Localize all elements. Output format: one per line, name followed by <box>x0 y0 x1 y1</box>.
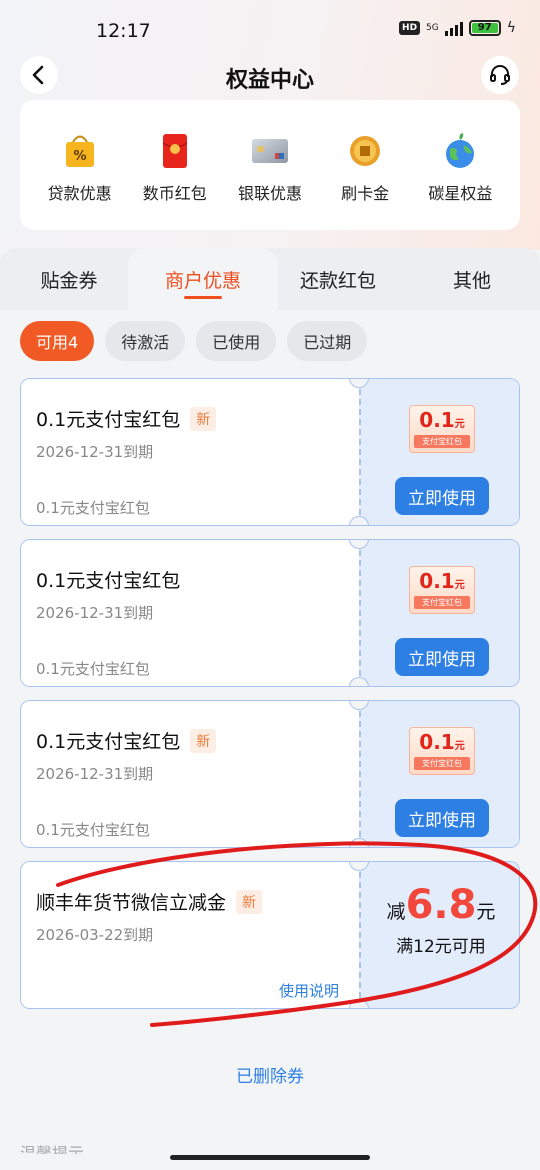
coupon-action-area: 0.1元 支付宝红包 立即使用 <box>359 540 519 686</box>
benefit-label: 刷卡金 <box>341 184 390 203</box>
filter-used[interactable]: 已使用 <box>196 321 277 361</box>
tab-other[interactable]: 其他 <box>408 248 536 310</box>
benefit-label: 碳星权益 <box>428 184 493 203</box>
nav-bar: 权益中心 <box>0 52 540 98</box>
loan-bag-icon: % <box>61 132 99 170</box>
tab-repayment-red-envelope[interactable]: 还款红包 <box>268 248 408 310</box>
coupon-info: 0.1元支付宝红包 新 2026-12-31到期 0.1元支付宝红包 <box>21 701 359 847</box>
benefit-label: 银联优惠 <box>237 184 302 203</box>
use-now-button[interactable]: 立即使用 <box>395 477 489 515</box>
status-time: 12:17 <box>96 20 151 42</box>
hd-icon: HD <box>399 21 421 35</box>
coupon-info: 0.1元支付宝红包 2026-12-31到期 0.1元支付宝红包 <box>21 540 359 686</box>
svg-text:%: % <box>73 149 86 164</box>
status-bar: 12:17 HD 5G 97 ϟ <box>0 0 540 60</box>
coupon-description: 0.1元支付宝红包 <box>36 499 150 517</box>
use-now-button[interactable]: 立即使用 <box>395 799 489 837</box>
discount-condition: 满12元可用 <box>396 937 486 957</box>
coupon-card[interactable]: 0.1元支付宝红包 新 2026-12-31到期 0.1元支付宝红包 0.1元 … <box>20 700 520 848</box>
benefits-grid: % 贷款优惠 数币红包 银联优惠 刷卡金 碳星权益 <box>20 100 520 230</box>
coupon-title: 顺丰年货节微信立减金 新 <box>36 888 263 915</box>
coupon-title-text: 顺丰年货节微信立减金 <box>36 892 227 914</box>
ticket-unit: 元 <box>454 419 465 430</box>
coupon-expiry: 2026-12-31到期 <box>36 604 154 622</box>
coupon-info: 0.1元支付宝红包 新 2026-12-31到期 0.1元支付宝红包 <box>21 379 359 525</box>
headset-icon <box>490 65 510 85</box>
ticket-amount: 0.1 <box>419 408 455 432</box>
coupon-card[interactable]: 顺丰年货节微信立减金 新 2026-03-22到期 使用说明 减6.8元 满12… <box>20 861 520 1009</box>
new-badge: 新 <box>190 728 217 753</box>
signal-icon <box>444 20 463 36</box>
benefit-card-gold[interactable]: 刷卡金 <box>320 100 410 230</box>
coupon-action-area: 0.1元 支付宝红包 立即使用 <box>359 701 519 847</box>
discount-value: 6.8 <box>405 882 477 928</box>
battery-level: 97 <box>471 23 498 33</box>
benefit-label: 数币红包 <box>142 184 207 203</box>
filter-expired[interactable]: 已过期 <box>287 321 368 361</box>
benefit-unionpay[interactable]: 银联优惠 <box>225 100 315 230</box>
new-badge: 新 <box>236 889 263 914</box>
ticket-amount: 0.1 <box>419 730 455 754</box>
tab-label: 其他 <box>452 269 491 292</box>
ticket-subtitle: 支付宝红包 <box>414 435 470 448</box>
charging-icon: ϟ <box>506 20 516 36</box>
coupon-expiry: 2026-03-22到期 <box>36 926 154 944</box>
coupon-card[interactable]: 0.1元支付宝红包 2026-12-31到期 0.1元支付宝红包 0.1元 支付… <box>20 539 520 687</box>
alipay-ticket-image: 0.1元 支付宝红包 <box>409 727 475 775</box>
benefit-digital-red-envelope[interactable]: 数币红包 <box>130 100 220 230</box>
discount-amount: 减6.8元 <box>361 882 519 928</box>
ticket-amount: 0.1 <box>419 569 455 593</box>
coupon-title: 0.1元支付宝红包 新 <box>36 405 217 432</box>
coupon-title: 0.1元支付宝红包 <box>36 566 180 593</box>
benefit-carbon-star[interactable]: 碳星权益 <box>415 100 505 230</box>
ticket-subtitle: 支付宝红包 <box>414 596 470 609</box>
discount-unit: 元 <box>476 901 496 923</box>
page-title: 权益中心 <box>225 68 314 93</box>
status-filter: 可用4 待激活 已使用 已过期 <box>20 321 368 361</box>
coupon-description: 0.1元支付宝红包 <box>36 660 150 678</box>
ticket-subtitle: 支付宝红包 <box>414 757 470 770</box>
coupon-description: 0.1元支付宝红包 <box>36 821 150 839</box>
deleted-coupons-link[interactable]: 已删除券 <box>0 1062 540 1087</box>
ticket-unit: 元 <box>454 580 465 591</box>
coupon-expiry: 2026-12-31到期 <box>36 443 154 461</box>
tab-label: 还款红包 <box>299 269 376 292</box>
red-envelope-icon <box>156 132 194 170</box>
tab-merchant-offers[interactable]: 商户优惠 <box>128 248 278 310</box>
coupon-info: 顺丰年货节微信立减金 新 2026-03-22到期 使用说明 <box>21 862 359 1008</box>
bottom-tip-text: 温馨提示 <box>20 1144 85 1154</box>
bank-card-icon <box>251 132 289 170</box>
discount-prefix: 减 <box>386 901 406 923</box>
benefit-loan[interactable]: % 贷款优惠 <box>35 100 125 230</box>
usage-instructions-link[interactable]: 使用说明 <box>279 980 339 1001</box>
coupon-tabs: 贴金券 商户优惠 还款红包 其他 <box>0 248 540 310</box>
customer-service-button[interactable] <box>481 56 519 94</box>
home-indicator[interactable] <box>170 1155 370 1160</box>
gold-coin-icon <box>346 132 384 170</box>
alipay-ticket-image: 0.1元 支付宝红包 <box>409 405 475 453</box>
ticket-unit: 元 <box>454 741 465 752</box>
coupon-title: 0.1元支付宝红包 新 <box>36 727 217 754</box>
tab-active-indicator <box>184 296 222 299</box>
network-type: 5G <box>426 22 439 33</box>
filter-available[interactable]: 可用4 <box>20 321 95 361</box>
tab-label: 贴金券 <box>40 269 98 292</box>
earth-icon <box>441 132 479 170</box>
alipay-ticket-image: 0.1元 支付宝红包 <box>409 566 475 614</box>
coupon-title-text: 0.1元支付宝红包 <box>36 570 181 592</box>
tab-gold-coupon[interactable]: 贴金券 <box>0 248 138 310</box>
battery-icon: 97 <box>468 20 501 36</box>
filter-pending-activation[interactable]: 待激活 <box>105 321 186 361</box>
coupon-expiry: 2026-12-31到期 <box>36 765 154 783</box>
use-now-button[interactable]: 立即使用 <box>395 638 489 676</box>
tab-label: 商户优惠 <box>164 269 241 292</box>
coupon-value-area: 减6.8元 满12元可用 <box>359 862 519 1008</box>
coupon-title-text: 0.1元支付宝红包 <box>36 731 181 753</box>
status-indicators: HD 5G 97 ϟ <box>399 20 516 36</box>
coupon-action-area: 0.1元 支付宝红包 立即使用 <box>359 379 519 525</box>
new-badge: 新 <box>190 406 217 431</box>
coupon-title-text: 0.1元支付宝红包 <box>36 409 181 431</box>
benefit-label: 贷款优惠 <box>47 184 112 203</box>
coupon-card[interactable]: 0.1元支付宝红包 新 2026-12-31到期 0.1元支付宝红包 0.1元 … <box>20 378 520 526</box>
